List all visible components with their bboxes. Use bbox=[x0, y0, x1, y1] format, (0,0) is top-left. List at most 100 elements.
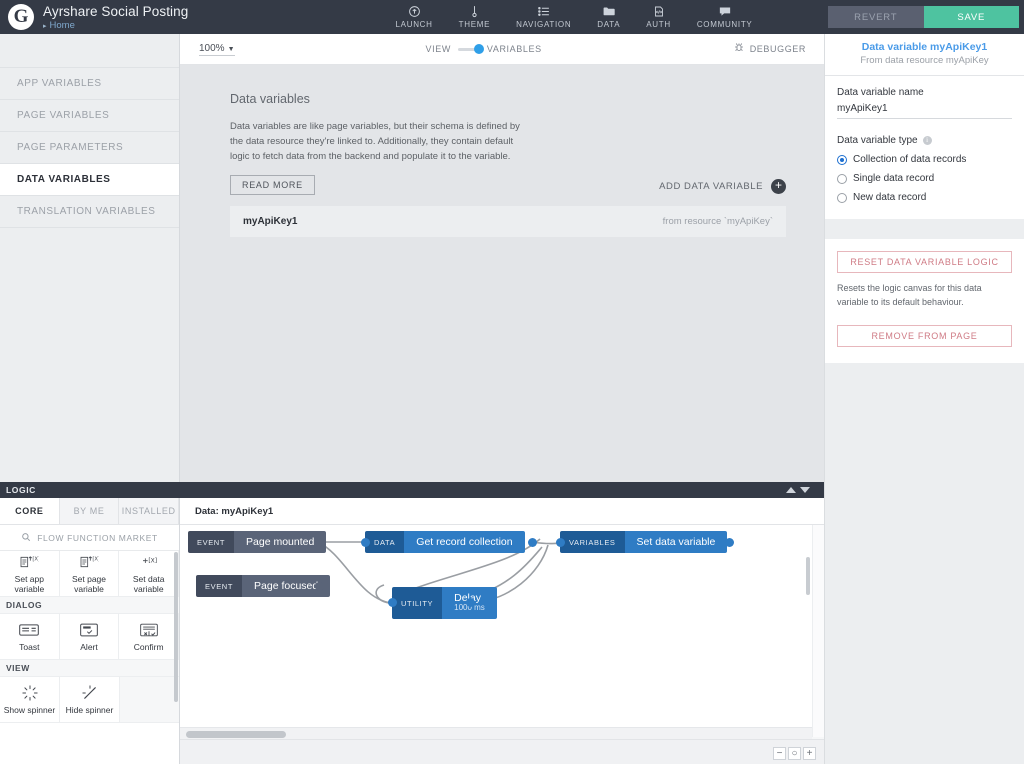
tab-installed[interactable]: INSTALLED bbox=[119, 498, 179, 524]
logic-item-set-app-variable[interactable]: [X] Set app variable bbox=[0, 551, 60, 597]
save-button[interactable]: SAVE bbox=[923, 6, 1019, 28]
set-page-variable-icon: [X] bbox=[79, 553, 99, 571]
nav-community[interactable]: COMMUNITY bbox=[684, 0, 766, 34]
sidebar-item-app-variables[interactable]: APP VARIABLES bbox=[0, 68, 179, 100]
flow-canvas[interactable]: EVENT Page mounted EVENT Page focused DA… bbox=[180, 525, 812, 737]
node-title: Get record collection bbox=[404, 531, 525, 553]
flow-connections bbox=[317, 538, 569, 604]
flow-node-get-record-collection[interactable]: DATA Get record collection bbox=[365, 531, 525, 553]
radio-label: New data record bbox=[853, 192, 927, 203]
radio-single-data-record[interactable]: Single data record bbox=[837, 173, 1012, 184]
confirm-icon bbox=[139, 621, 159, 639]
logic-library-pane: CORE BY ME INSTALLED FLOW FUNCTION MARKE… bbox=[0, 498, 180, 764]
top-bar: G Ayrshare Social Posting ▸ Home LAUNCH T… bbox=[0, 0, 1024, 34]
logic-item-set-data-variable[interactable]: [X] Set data variable bbox=[119, 551, 179, 597]
tab-label: CORE bbox=[15, 506, 44, 516]
sidebar-item-label: PAGE PARAMETERS bbox=[17, 142, 124, 153]
logic-item-set-page-variable[interactable]: [X] Set page variable bbox=[59, 551, 120, 597]
remove-from-page-button[interactable]: REMOVE FROM PAGE bbox=[837, 325, 1012, 347]
logic-item-label: Show spinner bbox=[3, 704, 56, 715]
port-in-delay[interactable] bbox=[388, 598, 397, 607]
info-icon[interactable]: i bbox=[922, 136, 932, 145]
nav-community-label: COMMUNITY bbox=[696, 20, 753, 29]
zoom-in-button[interactable]: + bbox=[803, 747, 816, 760]
sidebar-item-data-variables[interactable]: DATA VARIABLES bbox=[0, 164, 179, 196]
nav-auth-label: AUTH bbox=[646, 20, 671, 29]
add-data-variable-label: ADD DATA VARIABLE bbox=[659, 181, 763, 192]
tab-by-me[interactable]: BY ME bbox=[59, 498, 120, 524]
nav-data[interactable]: DATA bbox=[584, 0, 633, 34]
logic-item-label: Toast bbox=[19, 641, 40, 652]
nav-launch[interactable]: LAUNCH bbox=[383, 0, 446, 34]
breadcrumb[interactable]: ▸ Home bbox=[43, 20, 188, 31]
theme-icon bbox=[468, 5, 481, 18]
radio-new-data-record[interactable]: New data record bbox=[837, 192, 1012, 203]
nav-theme-label: THEME bbox=[458, 20, 491, 29]
hide-spinner-icon bbox=[81, 684, 99, 702]
plus-icon[interactable]: + bbox=[771, 179, 786, 194]
port-out-page-focused[interactable] bbox=[315, 582, 324, 591]
data-variable-name-input[interactable] bbox=[837, 100, 1012, 119]
canvas-horizontal-scrollbar[interactable] bbox=[186, 731, 286, 738]
top-nav: LAUNCH THEME NAVIGATION DATA AUTH COMMUN… bbox=[320, 0, 828, 34]
logic-item-alert[interactable]: Alert bbox=[59, 614, 120, 660]
logic-item-hide-spinner[interactable]: Hide spinner bbox=[60, 677, 120, 723]
revert-button[interactable]: REVERT bbox=[828, 6, 924, 28]
nav-auth[interactable]: AUTH bbox=[633, 0, 684, 34]
sidebar-item-page-parameters[interactable]: PAGE PARAMETERS bbox=[0, 132, 179, 164]
view-mode-toggle[interactable]: VIEW VARIABLES bbox=[426, 44, 542, 54]
logic-tabs: CORE BY ME INSTALLED bbox=[0, 498, 179, 525]
node-title: Set data variable bbox=[624, 531, 728, 553]
community-icon bbox=[718, 5, 732, 18]
data-variable-name-label: Data variable name bbox=[837, 87, 924, 98]
inspector-body: Data variable name Data variable type i … bbox=[825, 76, 1024, 219]
port-in-set-data-variable[interactable] bbox=[556, 538, 565, 547]
sidebar-item-page-variables[interactable]: PAGE VARIABLES bbox=[0, 100, 179, 132]
auth-icon bbox=[653, 5, 665, 18]
chevron-up-icon[interactable] bbox=[786, 487, 796, 493]
reset-data-variable-logic-button[interactable]: RESET DATA VARIABLE LOGIC bbox=[837, 251, 1012, 273]
port-out-set-data-variable[interactable] bbox=[725, 538, 734, 547]
logic-library-scrollbar[interactable] bbox=[174, 552, 178, 702]
flow-node-page-mounted[interactable]: EVENT Page mounted bbox=[188, 531, 327, 553]
radio-collection-of-data-records[interactable]: Collection of data records bbox=[837, 154, 1012, 165]
app-logo-icon: G bbox=[8, 4, 34, 30]
logic-item-label: Set page variable bbox=[71, 573, 107, 594]
navigation-icon bbox=[537, 5, 551, 18]
nav-theme[interactable]: THEME bbox=[446, 0, 504, 34]
port-out-delay[interactable] bbox=[466, 598, 475, 607]
logic-item-confirm[interactable]: Confirm bbox=[119, 614, 179, 660]
sidebar-item-translation-variables[interactable]: TRANSLATION VARIABLES bbox=[0, 196, 179, 228]
read-more-button[interactable]: READ MORE bbox=[230, 175, 315, 195]
node-category: UTILITY bbox=[392, 587, 443, 619]
list-item[interactable]: myApiKey1 from resource `myApiKey` bbox=[230, 206, 786, 237]
node-category: DATA bbox=[365, 531, 405, 553]
canvas-zoom-controls: − ○ + bbox=[773, 747, 816, 760]
logic-section-view: VIEW bbox=[0, 660, 179, 677]
radio-label: Single data record bbox=[853, 173, 935, 184]
zoom-reset-button[interactable]: ○ bbox=[788, 747, 801, 760]
port-in-get-record-collection[interactable] bbox=[361, 538, 370, 547]
port-out-page-mounted[interactable] bbox=[314, 538, 323, 547]
logic-item-label: Set app variable bbox=[14, 573, 45, 594]
canvas-vertical-scrollbar[interactable] bbox=[806, 557, 810, 595]
port-out-get-record-collection[interactable] bbox=[528, 538, 537, 547]
app-root: G Ayrshare Social Posting ▸ Home LAUNCH T… bbox=[0, 0, 1024, 764]
node-title: Page mounted bbox=[234, 531, 327, 553]
flow-node-set-data-variable[interactable]: VARIABLES Set data variable bbox=[560, 531, 728, 553]
chevron-down-icon[interactable] bbox=[800, 487, 810, 493]
zoom-level-select[interactable]: 100% ▼ bbox=[199, 43, 235, 56]
tab-core[interactable]: CORE bbox=[0, 498, 60, 524]
nav-navigation[interactable]: NAVIGATION bbox=[503, 0, 584, 34]
flow-node-delay[interactable]: UTILITY Delay 1000 ms bbox=[392, 587, 497, 619]
debugger-button[interactable]: DEBUGGER bbox=[733, 40, 806, 58]
flow-node-page-focused[interactable]: EVENT Page focused bbox=[196, 575, 331, 597]
logic-group-dialog: Toast Alert Confirm bbox=[0, 614, 179, 660]
radio-indicator bbox=[837, 192, 847, 203]
zoom-out-button[interactable]: − bbox=[773, 747, 786, 760]
sidebar-spacer bbox=[0, 34, 179, 68]
data-variables-panel: Data variables Data variables are like p… bbox=[230, 92, 786, 237]
flow-function-market-search[interactable]: FLOW FUNCTION MARKET bbox=[0, 525, 179, 551]
logic-item-toast[interactable]: Toast bbox=[0, 614, 60, 660]
logic-item-show-spinner[interactable]: Show spinner bbox=[0, 677, 60, 723]
